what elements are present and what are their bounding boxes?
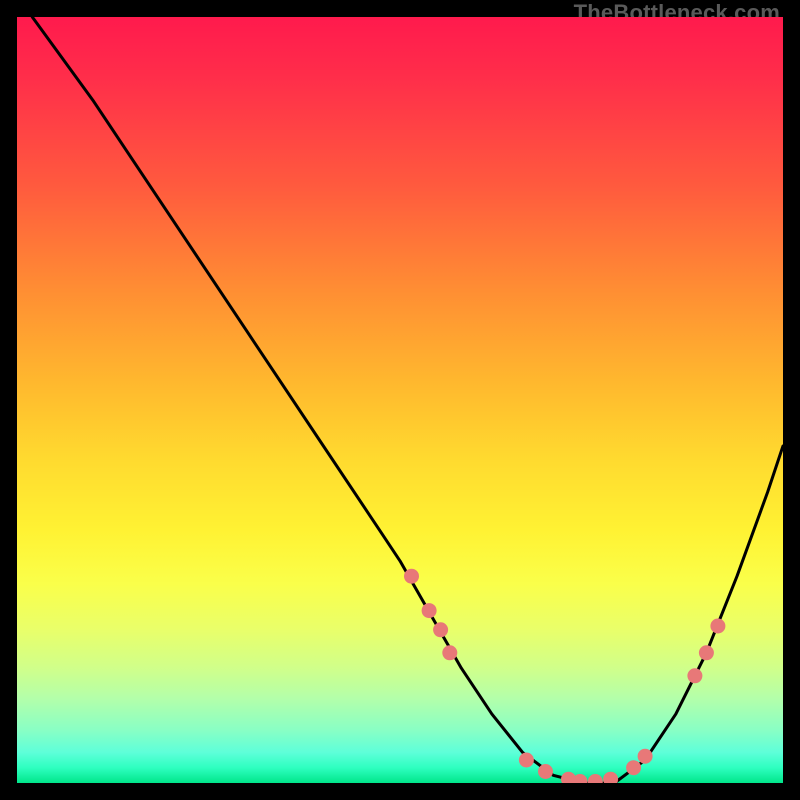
curve-marker bbox=[638, 749, 653, 764]
curve-marker bbox=[422, 603, 437, 618]
bottleneck-curve bbox=[32, 17, 783, 783]
curve-marker bbox=[626, 760, 641, 775]
curve-marker bbox=[442, 645, 457, 660]
curve-marker bbox=[603, 772, 618, 783]
plot-area bbox=[17, 17, 783, 783]
curve-svg bbox=[17, 17, 783, 783]
curve-marker bbox=[538, 764, 553, 779]
curve-marker bbox=[710, 619, 725, 634]
chart-frame: TheBottleneck.com bbox=[0, 0, 800, 800]
curve-marker bbox=[699, 645, 714, 660]
curve-marker bbox=[588, 774, 603, 783]
curve-marker bbox=[404, 569, 419, 584]
curve-marker bbox=[433, 622, 448, 637]
curve-marker bbox=[519, 753, 534, 768]
curve-marker bbox=[687, 668, 702, 683]
